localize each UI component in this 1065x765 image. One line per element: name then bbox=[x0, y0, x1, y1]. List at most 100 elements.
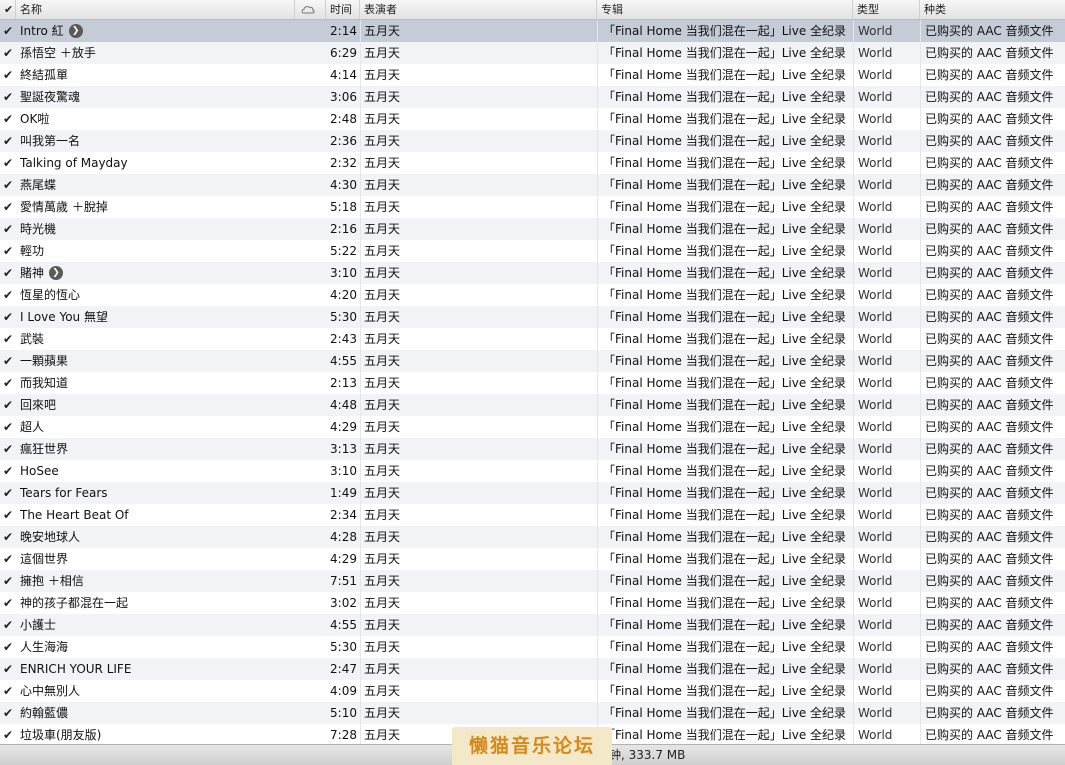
track-kind: 已购买的 AAC 音频文件 bbox=[925, 310, 1054, 324]
track-time: 7:28 bbox=[330, 728, 357, 742]
track-name-cell: 武裝 bbox=[20, 328, 295, 350]
track-row[interactable]: ✔ The Heart Beat Of 2:34 五月天 「Final Home 当我们… bbox=[0, 504, 1065, 526]
track-checkbox[interactable]: ✔ bbox=[3, 350, 15, 372]
track-row[interactable]: ✔ Talking of Mayday 2:32 五月天 「Final Home 当我们… bbox=[0, 152, 1065, 174]
go-to-store-arrow-icon[interactable]: ❯ bbox=[49, 265, 64, 280]
track-row[interactable]: ✔ 心中無別人 4:09 五月天 「Final Home 当我们混在一起」Live 全纪… bbox=[0, 680, 1065, 702]
track-row[interactable]: ✔ 神的孩子都混在一起 3:02 五月天 「Final Home 当我们混在一起」Liv… bbox=[0, 592, 1065, 614]
track-checkbox[interactable]: ✔ bbox=[3, 636, 15, 658]
track-row[interactable]: ✔ I Love You 無望 5:30 五月天 「Final Home 当我们混在一起… bbox=[0, 306, 1065, 328]
track-row[interactable]: ✔ 聖誕夜驚魂 3:06 五月天 「Final Home 当我们混在一起」Live 全纪… bbox=[0, 86, 1065, 108]
track-kind: 已购买的 AAC 音频文件 bbox=[925, 684, 1054, 698]
track-checkbox[interactable]: ✔ bbox=[3, 218, 15, 240]
track-row[interactable]: ✔ 孫悟空 ＋放手 6:29 五月天 「Final Home 当我们混在一起」Live … bbox=[0, 42, 1065, 64]
column-header-cloud[interactable] bbox=[295, 0, 326, 19]
track-checkbox[interactable]: ✔ bbox=[3, 702, 15, 724]
track-kind: 已购买的 AAC 音频文件 bbox=[925, 486, 1054, 500]
track-artist: 五月天 bbox=[364, 552, 401, 566]
track-row[interactable]: ✔ 叫我第一名 2:36 五月天 「Final Home 当我们混在一起」Live 全纪… bbox=[0, 130, 1065, 152]
track-album: 「Final Home 当我们混在一起」Live 全纪录 bbox=[603, 24, 847, 38]
track-name-cell: 時光機 bbox=[20, 218, 295, 240]
track-checkbox[interactable]: ✔ bbox=[3, 64, 15, 86]
track-time: 2:14 bbox=[330, 24, 357, 38]
track-album: 「Final Home 当我们混在一起」Live 全纪录 bbox=[603, 574, 847, 588]
track-album: 「Final Home 当我们混在一起」Live 全纪录 bbox=[603, 442, 847, 456]
track-row[interactable]: ✔ 這個世界 4:29 五月天 「Final Home 当我们混在一起」Live 全纪录… bbox=[0, 548, 1065, 570]
track-genre: World bbox=[858, 376, 893, 390]
column-header-album[interactable]: 专辑 bbox=[597, 0, 853, 19]
track-checkbox[interactable]: ✔ bbox=[3, 42, 15, 64]
track-checkbox[interactable]: ✔ bbox=[3, 680, 15, 702]
track-genre: World bbox=[858, 200, 893, 214]
track-checkbox[interactable]: ✔ bbox=[3, 614, 15, 636]
column-header-check[interactable]: ✔ bbox=[0, 0, 16, 19]
track-row[interactable]: ✔ HoSee 3:10 五月天 「Final Home 当我们混在一起」Live 全纪… bbox=[0, 460, 1065, 482]
track-checkbox[interactable]: ✔ bbox=[3, 328, 15, 350]
track-row[interactable]: ✔ 人生海海 5:30 五月天 「Final Home 当我们混在一起」Live 全纪录… bbox=[0, 636, 1065, 658]
track-row[interactable]: ✔ 終結孤單 4:14 五月天 「Final Home 当我们混在一起」Live 全纪录… bbox=[0, 64, 1065, 86]
column-header-time[interactable]: 时间 bbox=[326, 0, 360, 19]
column-header-genre[interactable]: 类型 bbox=[853, 0, 920, 19]
track-row[interactable]: ✔ 擁抱 ＋相信 7:51 五月天 「Final Home 当我们混在一起」Live 全… bbox=[0, 570, 1065, 592]
track-name: 時光機 bbox=[20, 222, 57, 236]
track-checkbox[interactable]: ✔ bbox=[3, 306, 15, 328]
track-row[interactable]: ✔ 回來吧 4:48 五月天 「Final Home 当我们混在一起」Live 全纪录 W… bbox=[0, 394, 1065, 416]
track-checkbox[interactable]: ✔ bbox=[3, 658, 15, 680]
track-checkbox[interactable]: ✔ bbox=[3, 86, 15, 108]
track-row[interactable]: ✔ 小護士 4:55 五月天 「Final Home 当我们混在一起」Live 全纪录 W… bbox=[0, 614, 1065, 636]
track-checkbox[interactable]: ✔ bbox=[3, 174, 15, 196]
track-row[interactable]: ✔ 超人 4:29 五月天 「Final Home 当我们混在一起」Live 全纪录 Wo… bbox=[0, 416, 1065, 438]
track-kind: 已购买的 AAC 音频文件 bbox=[925, 442, 1054, 456]
track-checkbox[interactable]: ✔ bbox=[3, 152, 15, 174]
track-checkbox[interactable]: ✔ bbox=[3, 438, 15, 460]
track-row[interactable]: ✔ 晚安地球人 4:28 五月天 「Final Home 当我们混在一起」Live 全纪… bbox=[0, 526, 1065, 548]
go-to-store-arrow-icon[interactable]: ❯ bbox=[68, 23, 83, 38]
column-divider bbox=[853, 20, 854, 744]
track-checkbox[interactable]: ✔ bbox=[3, 394, 15, 416]
track-checkbox[interactable]: ✔ bbox=[3, 570, 15, 592]
track-row[interactable]: ✔ Intro 紅 ❯ 2:14 五月天 「Final Home 当我们混在一起」Live… bbox=[0, 20, 1065, 42]
track-row[interactable]: ✔ 時光機 2:16 五月天 「Final Home 当我们混在一起」Live 全纪录 W… bbox=[0, 218, 1065, 240]
track-row[interactable]: ✔ 約翰藍儂 5:10 五月天 「Final Home 当我们混在一起」Live 全纪录… bbox=[0, 702, 1065, 724]
column-header-name[interactable]: 名称 bbox=[16, 0, 295, 19]
track-row[interactable]: ✔ OK啦 2:48 五月天 「Final Home 当我们混在一起」Live 全纪录 W… bbox=[0, 108, 1065, 130]
track-checkbox[interactable]: ✔ bbox=[3, 526, 15, 548]
track-name-cell: 回來吧 bbox=[20, 394, 295, 416]
track-row[interactable]: ✔ 一顆蘋果 4:55 五月天 「Final Home 当我们混在一起」Live 全纪录… bbox=[0, 350, 1065, 372]
track-album: 「Final Home 当我们混在一起」Live 全纪录 bbox=[603, 200, 847, 214]
column-header-artist[interactable]: 表演者 bbox=[360, 0, 597, 19]
track-checkbox[interactable]: ✔ bbox=[3, 724, 15, 744]
track-kind: 已购买的 AAC 音频文件 bbox=[925, 156, 1054, 170]
track-row[interactable]: ✔ 武裝 2:43 五月天 「Final Home 当我们混在一起」Live 全纪录 Wo… bbox=[0, 328, 1065, 350]
track-row[interactable]: ✔ 瘋狂世界 3:13 五月天 「Final Home 当我们混在一起」Live 全纪录… bbox=[0, 438, 1065, 460]
track-checkbox[interactable]: ✔ bbox=[3, 504, 15, 526]
track-name-cell: 聖誕夜驚魂 bbox=[20, 86, 295, 108]
track-genre: World bbox=[858, 574, 893, 588]
track-genre: World bbox=[858, 420, 893, 434]
track-row[interactable]: ✔ ENRICH YOUR LIFE 2:47 五月天 「Final Home 当我们混… bbox=[0, 658, 1065, 680]
track-checkbox[interactable]: ✔ bbox=[3, 196, 15, 218]
track-name: 孫悟空 ＋放手 bbox=[20, 46, 96, 60]
track-checkbox[interactable]: ✔ bbox=[3, 372, 15, 394]
track-row[interactable]: ✔ 而我知道 2:13 五月天 「Final Home 当我们混在一起」Live 全纪录… bbox=[0, 372, 1065, 394]
track-genre: World bbox=[858, 68, 893, 82]
track-checkbox[interactable]: ✔ bbox=[3, 262, 15, 284]
track-name: ENRICH YOUR LIFE bbox=[20, 662, 132, 676]
track-checkbox[interactable]: ✔ bbox=[3, 482, 15, 504]
track-checkbox[interactable]: ✔ bbox=[3, 284, 15, 306]
track-row[interactable]: ✔ Tears for Fears 1:49 五月天 「Final Home 当我们混在… bbox=[0, 482, 1065, 504]
track-row[interactable]: ✔ 愛情萬歲 ＋脫掉 5:18 五月天 「Final Home 当我们混在一起」Live… bbox=[0, 196, 1065, 218]
track-checkbox[interactable]: ✔ bbox=[3, 108, 15, 130]
column-header-kind[interactable]: 种类 bbox=[920, 0, 1065, 19]
track-checkbox[interactable]: ✔ bbox=[3, 548, 15, 570]
track-checkbox[interactable]: ✔ bbox=[3, 130, 15, 152]
track-checkbox[interactable]: ✔ bbox=[3, 592, 15, 614]
track-row[interactable]: ✔ 燕尾蝶 4:30 五月天 「Final Home 当我们混在一起」Live 全纪录 W… bbox=[0, 174, 1065, 196]
track-row[interactable]: ✔ 恆星的恆心 4:20 五月天 「Final Home 当我们混在一起」Live 全纪… bbox=[0, 284, 1065, 306]
track-row[interactable]: ✔ 輕功 5:22 五月天 「Final Home 当我们混在一起」Live 全纪录 Wo… bbox=[0, 240, 1065, 262]
track-checkbox[interactable]: ✔ bbox=[3, 20, 15, 42]
track-checkbox[interactable]: ✔ bbox=[3, 460, 15, 482]
track-checkbox[interactable]: ✔ bbox=[3, 240, 15, 262]
track-checkbox[interactable]: ✔ bbox=[3, 416, 15, 438]
track-row[interactable]: ✔ 賭神 ❯ 3:10 五月天 「Final Home 当我们混在一起」Live 全纪录 W… bbox=[0, 262, 1065, 284]
